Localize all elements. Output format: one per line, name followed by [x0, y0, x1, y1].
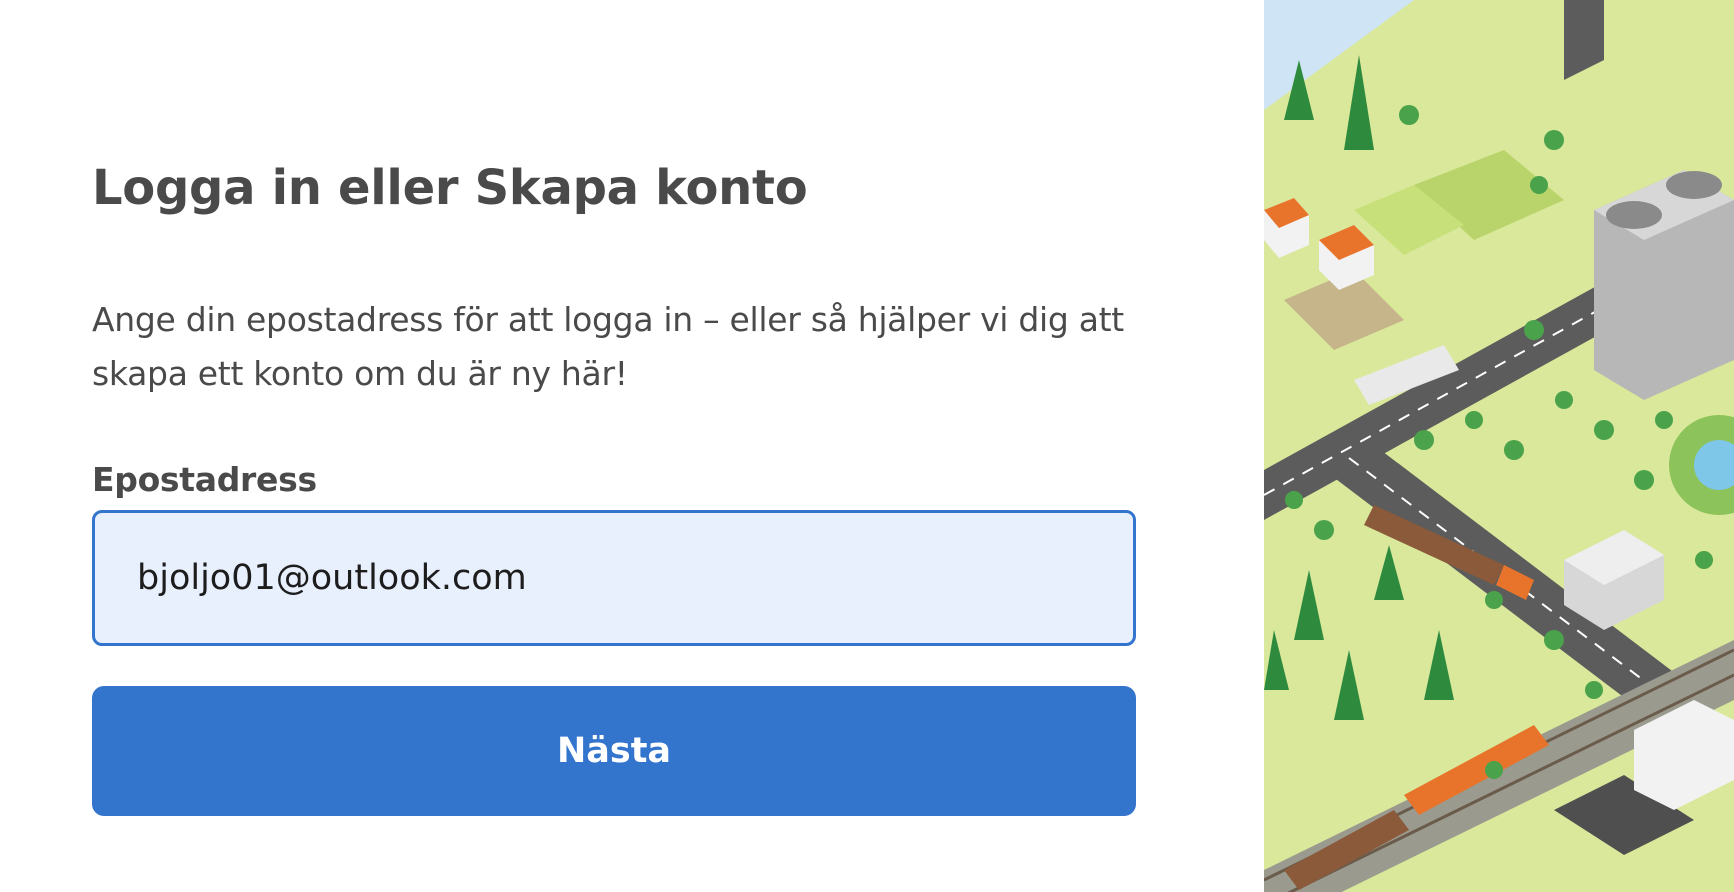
isometric-town-illustration [1264, 0, 1734, 892]
page-subtitle: Ange din epostadress för att logga in – … [92, 300, 1124, 393]
login-panel: Logga in eller Skapa konto Ange din epos… [0, 0, 1264, 892]
page-title: Logga in eller Skapa konto [92, 160, 808, 216]
illustration-panel [1264, 0, 1734, 892]
next-button[interactable]: Nästa [92, 686, 1136, 816]
email-field[interactable] [92, 510, 1136, 646]
email-label: Epostadress [92, 460, 317, 499]
